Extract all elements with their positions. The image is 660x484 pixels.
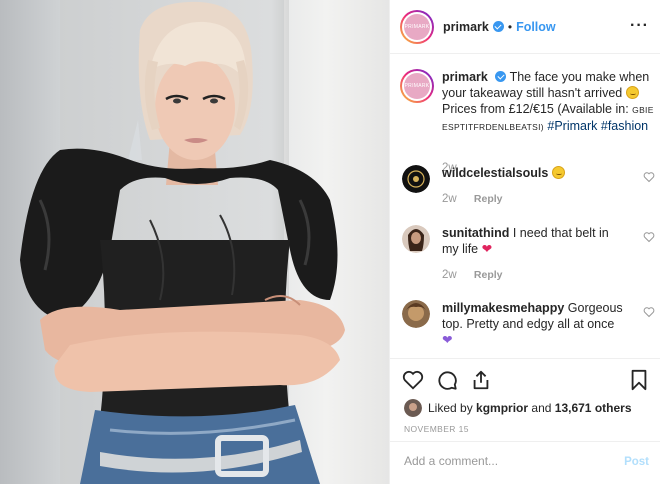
like-heart-icon[interactable] xyxy=(402,369,424,391)
reply-button[interactable]: Reply xyxy=(474,193,503,205)
like-comment-heart-icon[interactable] xyxy=(643,231,655,243)
post-actions: Liked by kgmprior and 13,671 others NOVE… xyxy=(390,358,660,484)
more-horizontal-icon[interactable]: ··· xyxy=(630,17,649,35)
comment-username[interactable]: sunitathind xyxy=(442,226,509,240)
post-comment-button[interactable]: Post xyxy=(624,456,649,468)
caption-username[interactable]: primark xyxy=(442,70,488,84)
instagram-post: PRIMARK primark • Follow ··· PRIMARK pri… xyxy=(0,0,660,484)
photo-subject xyxy=(20,1,345,484)
comment-avatar[interactable] xyxy=(402,165,430,193)
liker-avatar[interactable] xyxy=(404,399,422,417)
follow-button[interactable]: Follow xyxy=(516,20,556,34)
comment-item: sunitathind I need that belt in my life … xyxy=(400,225,655,281)
like-comment-heart-icon[interactable] xyxy=(643,306,655,318)
caption: PRIMARK primark The face you make when y… xyxy=(400,69,655,174)
comments-list[interactable]: PRIMARK primark The face you make when y… xyxy=(390,55,660,359)
liked-by-user[interactable]: kgmprior xyxy=(476,401,528,415)
comment-bubble-icon[interactable] xyxy=(436,369,458,391)
brand-logo: PRIMARK xyxy=(404,13,430,40)
hashtag-primark[interactable]: #Primark xyxy=(547,119,597,133)
likes-summary: Liked by kgmprior and 13,671 others xyxy=(404,399,632,417)
verified-badge-icon xyxy=(495,71,507,82)
share-icon[interactable] xyxy=(470,369,492,391)
caption-text: primark The face you make when your take… xyxy=(442,69,655,135)
like-comment-heart-icon[interactable] xyxy=(643,171,655,183)
avatar[interactable]: PRIMARK xyxy=(400,9,434,44)
caption-avatar[interactable]: PRIMARK xyxy=(400,69,434,103)
verified-badge-icon xyxy=(492,21,504,32)
purple-heart-emoji-icon: ❤ xyxy=(442,333,453,347)
add-comment-bar: Post xyxy=(390,441,660,484)
red-heart-emoji-icon: ❤ xyxy=(481,242,493,256)
likes-count[interactable]: 13,671 others xyxy=(555,401,632,415)
separator-dot: • xyxy=(507,19,513,34)
comment-username[interactable]: wildcelestialsouls xyxy=(442,166,548,180)
reply-button[interactable]: Reply xyxy=(474,269,503,281)
bookmark-icon xyxy=(631,369,647,391)
comment-item: millymakesmehappy Gorgeous top. Pretty a… xyxy=(400,300,655,348)
post-date[interactable]: NOVEMBER 15 xyxy=(404,424,469,434)
liked-by-and: and xyxy=(531,401,552,415)
comment-avatar[interactable] xyxy=(402,300,430,328)
action-icons xyxy=(402,369,492,391)
post-photo[interactable] xyxy=(0,0,389,484)
caption-prices: Prices from £12/€15 (Available in: xyxy=(442,102,629,116)
comment-timestamp[interactable]: 2w xyxy=(442,269,457,281)
grimace-emoji-icon xyxy=(625,86,639,99)
post-header: PRIMARK primark • Follow ··· xyxy=(390,0,660,54)
header-username[interactable]: primark xyxy=(443,20,489,34)
comment-username[interactable]: millymakesmehappy xyxy=(442,301,564,315)
comment-input[interactable] xyxy=(404,454,604,468)
comment-timestamp[interactable]: 2w xyxy=(442,193,457,205)
comment-avatar[interactable] xyxy=(402,225,430,253)
post-side-panel: PRIMARK primark • Follow ··· PRIMARK pri… xyxy=(389,0,660,484)
comment-item: wildcelestialsouls 2w Reply xyxy=(400,165,655,205)
laughing-emoji-icon xyxy=(551,166,565,179)
liked-by-prefix: Liked by xyxy=(428,401,473,415)
save-button[interactable] xyxy=(629,369,649,391)
hashtag-fashion[interactable]: #fashion xyxy=(601,119,648,133)
